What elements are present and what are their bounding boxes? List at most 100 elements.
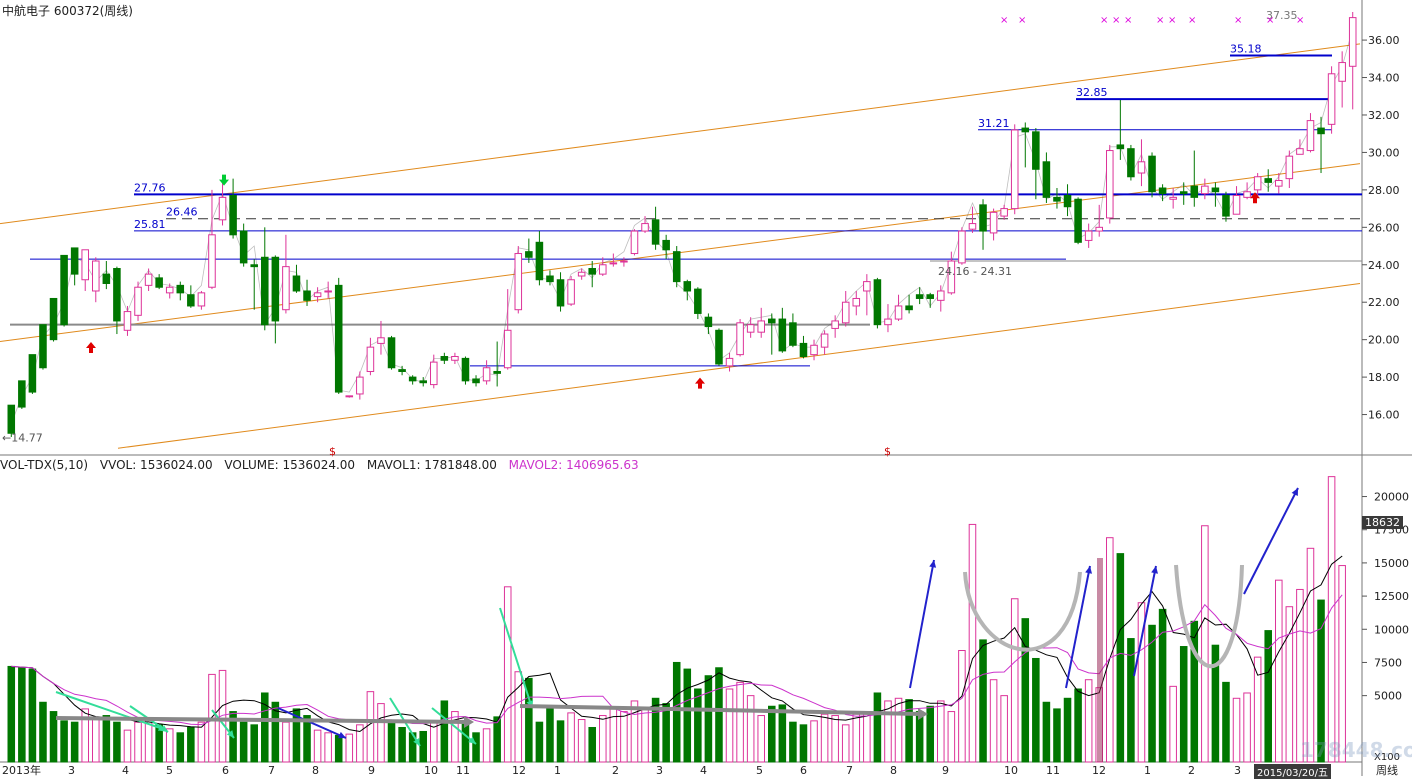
candle-body: [778, 318, 787, 352]
volume-bar: [915, 711, 924, 763]
volume-bar: [102, 715, 111, 763]
trend-channel-line: [0, 43, 1361, 225]
volume-bar: [841, 724, 850, 763]
current-date-box: 2015/03/20/五: [1254, 764, 1332, 779]
candle-body: [768, 318, 776, 324]
volume-bar: [282, 721, 290, 763]
dividend-marker-icon: $: [884, 445, 891, 458]
volume-bar: [599, 715, 607, 763]
level-label: 26.46: [166, 206, 198, 219]
volume-tick-label: 15000: [1374, 557, 1409, 570]
candle-body: [725, 357, 734, 367]
volume-bar: [123, 729, 132, 763]
candle-body: [70, 247, 79, 275]
volume-bar: [789, 721, 797, 763]
signal-x-marker: ×: [1018, 15, 1026, 26]
volume-bar: [546, 705, 554, 763]
candle-body: [799, 342, 808, 358]
candle-body: [641, 223, 649, 232]
candle-body: [366, 346, 375, 372]
volume-bar: [113, 721, 121, 763]
signal-x-marker: ×: [1234, 15, 1242, 26]
level-label: 25.81: [134, 218, 166, 231]
annotation-arrow: [1243, 487, 1299, 595]
price-tick-label: 36.00: [1368, 34, 1400, 47]
time-tick-label: 10: [1004, 764, 1018, 776]
volume-bar: [7, 665, 16, 763]
volume-bar: [567, 712, 575, 763]
volume-bar: [556, 720, 565, 763]
volume-bar: [250, 724, 258, 763]
candle-body: [873, 279, 882, 326]
candle-body: [113, 268, 121, 322]
volume-value: VOLUME: 1536024.00: [224, 458, 356, 472]
candle-body: [134, 286, 142, 316]
candle-body: [493, 370, 501, 374]
volume-bar: [535, 721, 544, 763]
volume-tick-label: 10000: [1374, 623, 1409, 636]
candle-body: [1084, 230, 1093, 241]
candle-body: [282, 266, 290, 311]
time-tick-label: 7: [846, 764, 853, 776]
candle-body: [1000, 208, 1008, 217]
candle-body: [218, 196, 227, 221]
candle-body: [556, 279, 565, 307]
volume-bar: [662, 703, 670, 763]
candle-body: [905, 305, 913, 311]
candle-body: [704, 316, 713, 328]
volume-bar: [1032, 657, 1040, 763]
volume-bar: [778, 704, 787, 763]
volume-bar: [588, 726, 596, 763]
candle-body: [1285, 155, 1294, 180]
candle-body: [60, 254, 68, 326]
time-tick-label: 9: [368, 764, 375, 776]
candle-body: [577, 271, 586, 277]
candle-body: [155, 277, 163, 288]
time-tick-label: 12: [512, 764, 526, 776]
annotation-arrowhead-icon: [1085, 566, 1093, 574]
candle-body: [884, 318, 892, 326]
volume-bar: [577, 719, 586, 763]
candle-body: [683, 281, 692, 292]
range-label: 24.16 - 24.31: [938, 265, 1012, 278]
candle-body: [324, 290, 332, 293]
volume-bar: [334, 734, 343, 763]
candle-body: [81, 249, 89, 281]
current-value-box: 18632: [1362, 516, 1403, 529]
volume-bar: [377, 703, 385, 763]
volume-bar: [1127, 638, 1135, 763]
time-tick-label: 12: [1092, 764, 1106, 776]
candle-body: [1042, 161, 1051, 198]
candle-body: [1010, 129, 1019, 210]
price-tick-label: 34.00: [1368, 72, 1400, 85]
candle-body: [958, 230, 966, 264]
time-tick-label: 8: [312, 764, 319, 776]
candle-body: [1327, 73, 1336, 125]
candle-body: [1264, 178, 1272, 183]
time-tick-label: 6: [800, 764, 807, 776]
level-label: 35.18: [1230, 42, 1262, 55]
price-tick-label: 22.00: [1368, 296, 1400, 309]
volume-bar: [324, 732, 332, 763]
volume-bar: [1053, 708, 1061, 763]
volume-bar: [313, 729, 322, 763]
candle-body: [197, 292, 206, 307]
level-label: 31.21: [978, 117, 1010, 130]
candle-body: [915, 294, 924, 299]
candle-body: [144, 273, 153, 286]
kline-chart[interactable]: 16.00 18.00 20.00 22.00 24.00 26.00 28.00 30.00…: [0, 0, 1412, 776]
candle-body: [1148, 155, 1156, 193]
buy-arrow-icon: [695, 377, 705, 389]
candle-body: [1169, 196, 1177, 200]
candle-body: [1296, 148, 1304, 155]
time-tick-label: 3: [1234, 764, 1241, 776]
candle-body: [503, 329, 512, 369]
volume-bar: [92, 719, 100, 763]
candle-body: [926, 294, 934, 299]
volume-bar: [1106, 537, 1114, 763]
volume-bar: [715, 667, 723, 763]
candle-body: [472, 378, 480, 384]
candle-body: [102, 273, 111, 284]
candle-body: [482, 367, 491, 382]
candle-body: [1232, 194, 1241, 215]
